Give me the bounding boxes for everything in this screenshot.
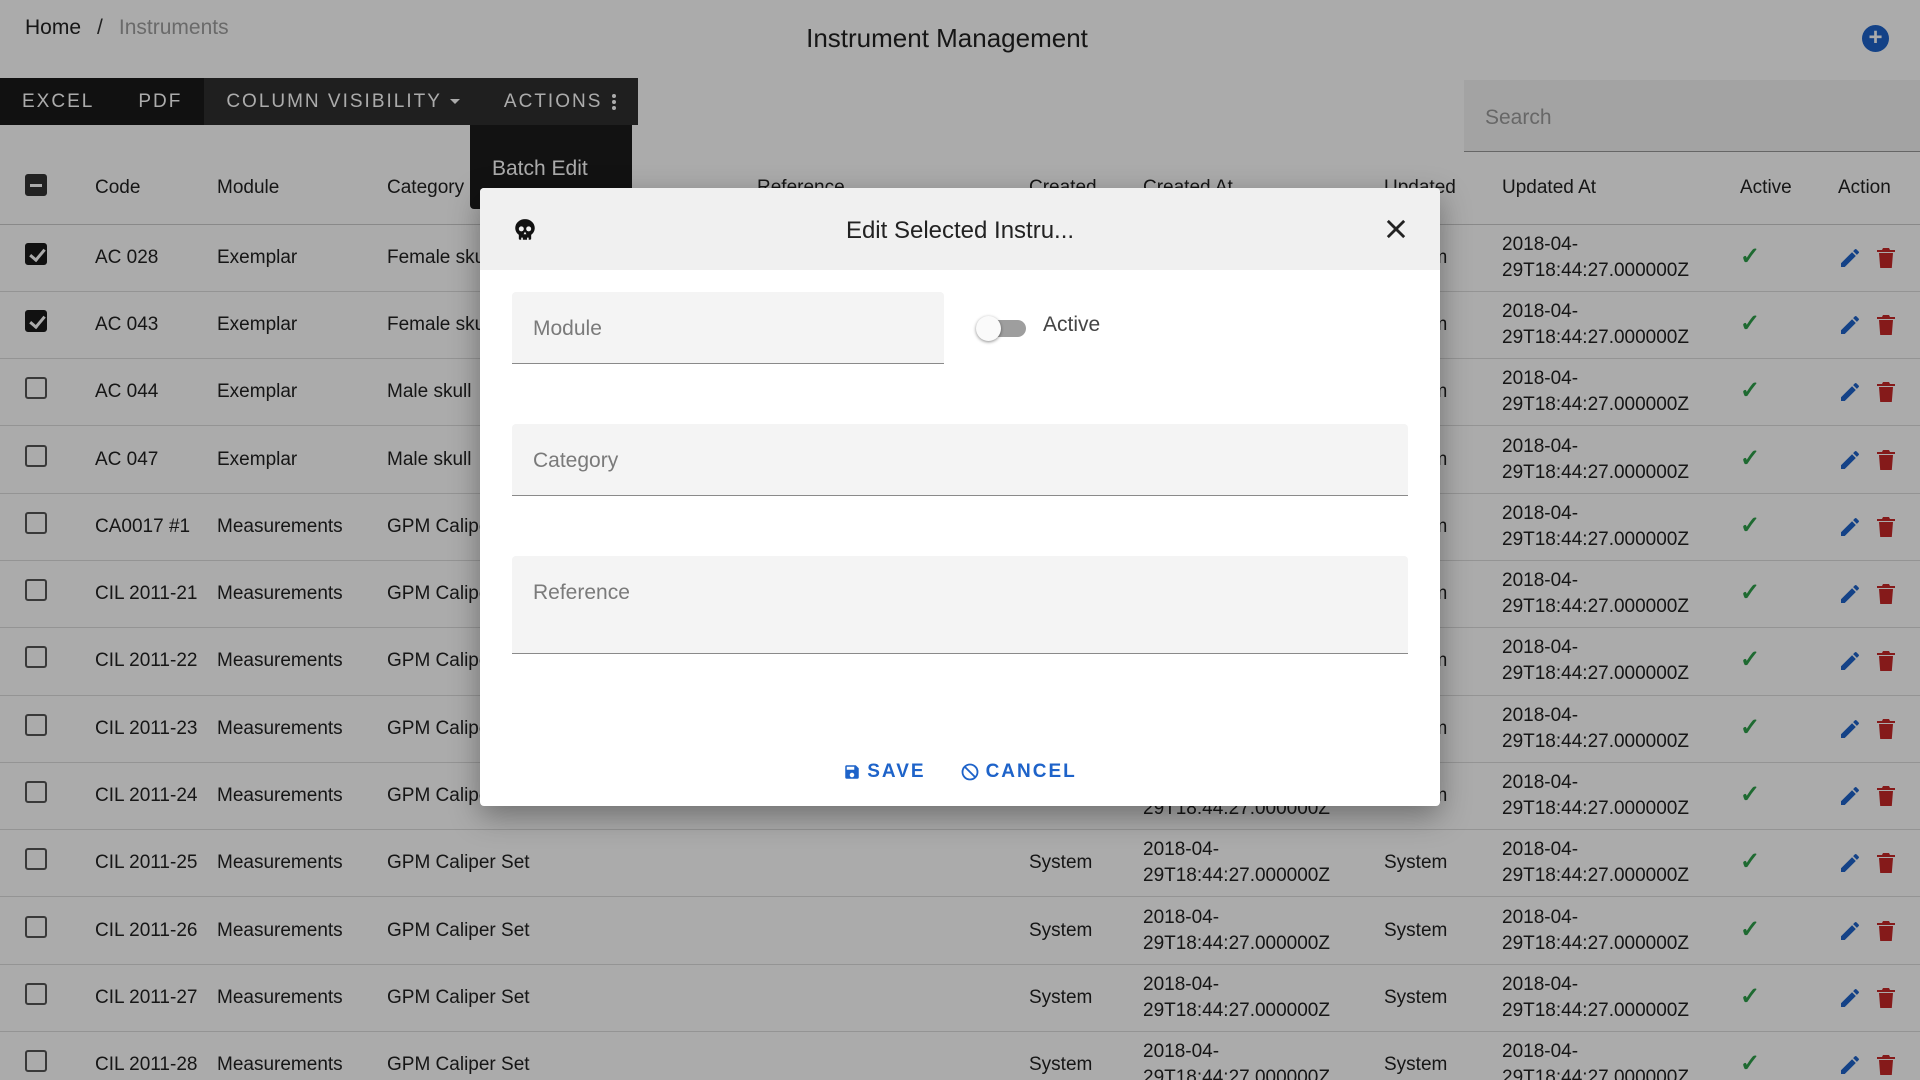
cancel-label: CANCEL [985, 761, 1077, 782]
dialog-actions: SAVE CANCEL [480, 761, 1440, 783]
edit-dialog: Edit Selected Instru... Module Active Ca… [480, 188, 1440, 806]
module-field[interactable]: Module [512, 292, 944, 364]
reference-field[interactable]: Reference [512, 556, 1408, 654]
dialog-header: Edit Selected Instru... [480, 188, 1440, 270]
category-field[interactable]: Category [512, 424, 1408, 496]
active-toggle[interactable] [976, 316, 1026, 341]
save-label: SAVE [867, 761, 926, 782]
dialog-title: Edit Selected Instru... [845, 217, 1075, 244]
toggle-knob [976, 316, 1001, 341]
cancel-button[interactable]: CANCEL [960, 761, 1077, 783]
save-button[interactable]: SAVE [843, 761, 925, 783]
close-icon[interactable] [1382, 215, 1410, 243]
active-toggle-label: Active [1043, 313, 1101, 336]
cancel-icon [961, 763, 978, 781]
save-icon [845, 765, 859, 779]
